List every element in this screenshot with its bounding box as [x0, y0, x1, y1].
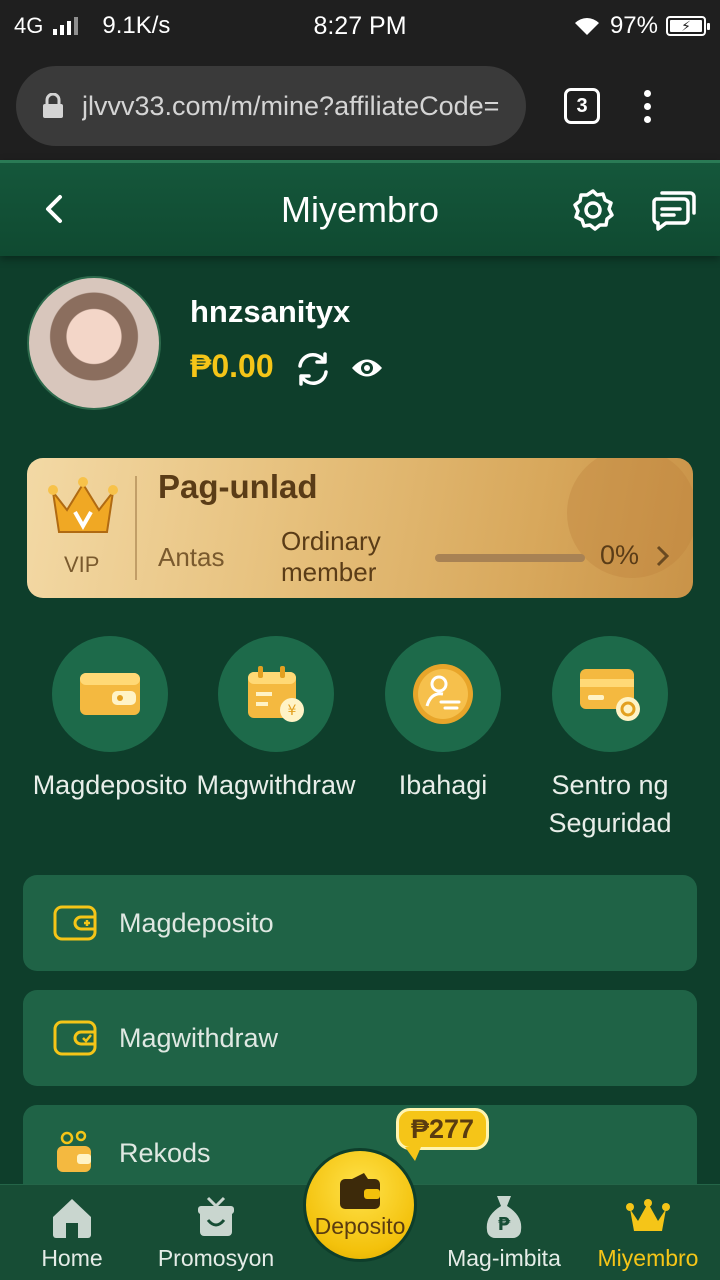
- wallet-minus-icon: [53, 1016, 97, 1060]
- nav-label: Mag-imbita: [447, 1245, 561, 1271]
- wifi-icon: [574, 18, 599, 35]
- nav-member[interactable]: Miyembro: [578, 1193, 718, 1272]
- username: hnzsanityx: [190, 294, 351, 329]
- status-left: 4G 9.1K/s: [14, 12, 170, 40]
- status-bar: 4G 9.1K/s 8:27 PM 97% ⚡: [0, 0, 720, 52]
- quick-action-withdraw[interactable]: ¥ Magwithdraw: [186, 636, 366, 804]
- vip-progress-percent: 0%: [600, 540, 640, 570]
- quick-action-label: Magdeposito: [32, 770, 188, 800]
- address-bar[interactable]: jlvvv33.com/m/mine?affiliateCode=: [16, 66, 526, 146]
- quick-action-deposit-circle: [52, 636, 168, 752]
- share-people-icon: [413, 664, 473, 724]
- nav-label: Miyembro: [597, 1245, 699, 1271]
- vip-level-label: Antas: [158, 542, 225, 572]
- browser-toolbar: jlvvv33.com/m/mine?affiliateCode= 3: [0, 52, 720, 160]
- quick-action-label: Sentro ng Seguridad: [548, 770, 672, 838]
- crown-icon: [48, 477, 118, 533]
- money-bag-icon: ₱: [486, 1196, 522, 1238]
- balance-amount: ₱0.00: [190, 348, 274, 384]
- nav-deposit-button[interactable]: Deposito: [303, 1148, 417, 1262]
- chevron-right-icon: [656, 545, 670, 567]
- avatar[interactable]: [27, 276, 161, 410]
- records-icon: [53, 1130, 97, 1175]
- vip-divider: [135, 476, 137, 580]
- signal-icon: [53, 17, 79, 35]
- secure-card-icon: [580, 669, 640, 721]
- page-title: Miyembro: [280, 188, 440, 230]
- menu-item-label: Rekods: [119, 1137, 211, 1168]
- bonus-badge: ₱277: [396, 1108, 490, 1161]
- refresh-icon[interactable]: [294, 350, 332, 388]
- vip-level-value: Ordinary member: [281, 526, 381, 587]
- battery-percent: 97%: [609, 12, 658, 39]
- vip-badge-label: VIP: [64, 552, 100, 577]
- home-icon: [53, 1199, 91, 1238]
- app-header: Miyembro: [0, 160, 720, 256]
- lock-icon: [43, 93, 63, 118]
- vip-progress-bar: [435, 554, 585, 562]
- quick-action-withdraw-circle: ¥: [218, 636, 334, 752]
- menu-item-label: Magwithdraw: [119, 1022, 279, 1053]
- menu-item-withdraw[interactable]: Magwithdraw: [23, 990, 697, 1086]
- gift-icon: [198, 1196, 234, 1236]
- nav-promotions[interactable]: Promosyon: [146, 1193, 286, 1272]
- nav-label: Promosyon: [157, 1245, 275, 1271]
- svg-text:¥: ¥: [288, 703, 297, 719]
- vip-progress-card[interactable]: VIP Pag-unlad Antas Ordinary member 0%: [27, 458, 693, 598]
- nav-home[interactable]: Home: [2, 1193, 142, 1272]
- menu-item-label: Magdeposito: [119, 907, 274, 938]
- menu-item-deposit[interactable]: Magdeposito: [23, 875, 697, 971]
- quick-action-share[interactable]: Ibahagi: [353, 636, 533, 804]
- nav-label: Home: [41, 1245, 103, 1271]
- wallet-card-icon: [80, 673, 140, 715]
- network-type: 4G: [14, 13, 44, 38]
- vip-progress-title: Pag-unlad: [158, 468, 318, 505]
- quick-action-label: Ibahagi: [398, 770, 488, 800]
- messages-icon[interactable]: [650, 187, 696, 233]
- calendar-coin-icon: ¥: [248, 666, 304, 722]
- eye-icon[interactable]: [350, 353, 384, 383]
- settings-gear-icon[interactable]: [570, 187, 616, 233]
- quick-action-security-circle: [552, 636, 668, 752]
- svg-text:₱: ₱: [498, 1214, 511, 1235]
- nav-label: Deposito: [314, 1212, 406, 1239]
- quick-action-security-center[interactable]: Sentro ng Seguridad: [520, 636, 700, 842]
- nav-invite[interactable]: ₱ Mag-imbita: [434, 1193, 574, 1272]
- network-speed: 9.1K/s: [102, 12, 171, 39]
- battery-icon: ⚡: [666, 16, 710, 36]
- status-right: 97% ⚡: [572, 12, 710, 40]
- quick-action-deposit[interactable]: Magdeposito: [20, 636, 200, 804]
- url-text: jlvvv33.com/m/mine?affiliateCode=: [82, 90, 500, 121]
- quick-action-label: Magwithdraw: [196, 770, 356, 800]
- crown-icon: [626, 1199, 670, 1231]
- wallet-icon: [340, 1172, 380, 1209]
- browser-menu-icon[interactable]: [644, 89, 651, 123]
- back-icon[interactable]: [38, 189, 72, 229]
- quick-action-share-circle: [385, 636, 501, 752]
- wallet-plus-icon: [53, 901, 97, 945]
- tab-switcher-button[interactable]: 3: [564, 88, 600, 124]
